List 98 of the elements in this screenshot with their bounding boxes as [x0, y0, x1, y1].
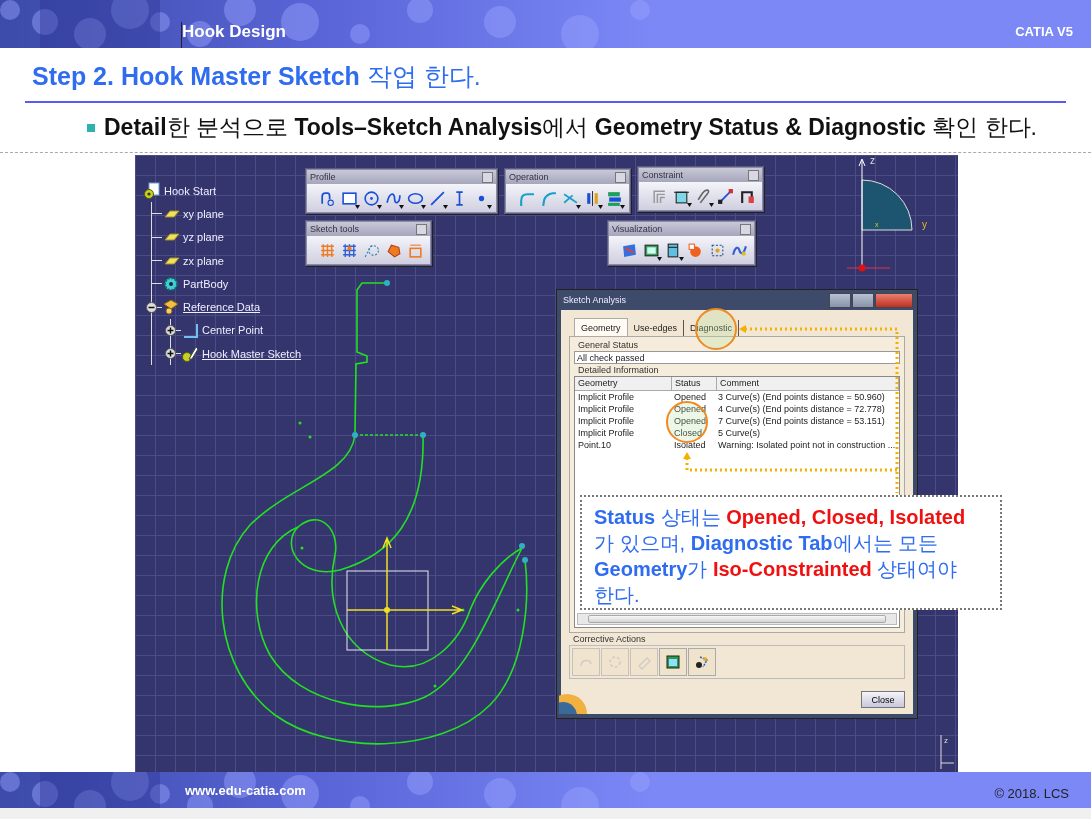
network-icon	[694, 654, 710, 670]
expander-icon[interactable]	[165, 324, 176, 336]
chamfer-icon	[540, 189, 557, 207]
diagonal-icon	[717, 187, 734, 205]
toolbar-title: Visualization	[612, 224, 663, 234]
table-cell-text: Implicit Profile	[577, 404, 635, 416]
tree-item[interactable]: yz plane	[183, 231, 224, 244]
group-label: General Status	[577, 339, 640, 351]
caret-icon	[355, 205, 360, 209]
action-button[interactable]	[659, 648, 687, 676]
caret-icon	[679, 257, 684, 261]
callout-note: Status 상태는 Opened, Closed, Isolated 가 있으며, Diagnostic Tab에서는 모든 Geometry가 Iso-Constrainted 상태여야 한다.	[580, 495, 1002, 610]
bracket-icon	[651, 187, 668, 205]
website-link[interactable]: www.edu-catia.com	[185, 782, 306, 798]
part-icon	[143, 181, 161, 200]
table-cell-text: Point.10	[577, 440, 613, 452]
table-cell-text: Implicit Profile	[577, 416, 635, 428]
caret-icon	[487, 205, 492, 209]
table-cell-text: Opened	[673, 392, 708, 404]
group-label: Corrective Actions	[572, 633, 647, 645]
tree-item[interactable]: zx plane	[183, 254, 224, 267]
caret-icon	[443, 205, 448, 209]
column-header[interactable]: Geometry	[575, 377, 672, 390]
rotate-icon	[607, 654, 623, 670]
rectangle-icon	[341, 189, 358, 207]
caret-icon	[399, 205, 404, 209]
toolbar-title: Profile	[310, 172, 336, 182]
expander-icon[interactable]	[146, 301, 157, 313]
clip-icon	[695, 187, 712, 205]
tab[interactable]: Geometry	[574, 318, 628, 336]
caret-icon	[657, 257, 662, 261]
close-button[interactable]: Close	[861, 691, 905, 708]
dialog-title: Sketch Analysis	[563, 295, 627, 305]
close-icon[interactable]	[416, 223, 427, 235]
close-icon[interactable]	[482, 171, 493, 183]
caret-icon	[620, 205, 625, 209]
close-icon[interactable]	[748, 169, 759, 181]
minimize-button[interactable]	[829, 292, 851, 308]
line-icon	[429, 189, 446, 207]
horizontal-scrollbar[interactable]	[577, 613, 897, 625]
sketch-icon	[181, 344, 199, 363]
sun-icon	[687, 241, 704, 259]
layers-icon	[606, 189, 623, 207]
circle-icon	[363, 189, 380, 207]
cut-plane-icon	[621, 241, 638, 259]
table-cell-text: Closed	[673, 428, 703, 440]
header-title: Hook Design	[181, 22, 286, 48]
table-cell-text: 4 Curve(s) (End points distance = 72.778)	[717, 404, 886, 416]
close-icon[interactable]	[740, 223, 751, 235]
close-button[interactable]	[875, 292, 913, 308]
tree-item[interactable]: Center Point	[202, 324, 264, 337]
tree-item[interactable]: PartBody	[183, 277, 229, 290]
table-cell-text: Warning: Isolated point not in construction ...	[717, 440, 897, 452]
point-icon	[181, 321, 199, 340]
snap-grid-icon	[341, 241, 358, 259]
toolbar-title: Constraint	[642, 170, 684, 180]
expander-icon[interactable]	[165, 348, 176, 360]
table-cell-text: 3 Curve(s) (End points distance = 50.960)	[717, 392, 886, 404]
axis-icon	[938, 733, 956, 769]
table-cell-text: 5 Curve(s)	[717, 428, 761, 440]
tree-item[interactable]: Hook Master Sketch	[202, 347, 302, 360]
caret-icon	[598, 205, 603, 209]
tree-item[interactable]: xy plane	[183, 207, 224, 220]
table-cell-text: Implicit Profile	[577, 392, 635, 404]
slide-heading: Step 2. Hook Master Sketch 작업 한다.	[31, 61, 481, 92]
table-cell-text: 7 Curve(s) (End points distance = 53.151)	[717, 416, 886, 428]
table-cell-text: Implicit Profile	[577, 428, 635, 440]
group-label: Detailed Information	[577, 364, 660, 376]
maximize-button[interactable]	[852, 292, 874, 308]
tree-item[interactable]: Reference Data	[183, 301, 261, 314]
caret-icon	[709, 203, 714, 207]
axis-label: y	[922, 219, 927, 230]
toolbar-title: Operation	[509, 172, 549, 182]
mirror-icon	[584, 189, 601, 207]
caret-icon	[421, 205, 426, 209]
column-header[interactable]: Status	[672, 377, 717, 390]
geometric-set-icon	[162, 298, 180, 317]
gear-icon	[162, 274, 180, 293]
caret-icon	[377, 205, 382, 209]
bullet-icon	[87, 123, 95, 132]
caret-icon	[576, 205, 581, 209]
tree-item[interactable]: Hook Start	[164, 184, 216, 197]
copyright-text: © 2018. LCS	[994, 784, 1069, 801]
axis-label: z	[870, 155, 875, 166]
toolbar-title: Sketch tools	[310, 224, 360, 234]
product-name: CATIA V5	[1015, 24, 1073, 41]
status-field: All check passed	[574, 351, 900, 364]
axis-label: z	[944, 736, 948, 745]
table-icon	[665, 654, 681, 670]
column-header[interactable]: Comment	[717, 377, 899, 390]
close-icon[interactable]	[615, 171, 626, 183]
bullet-text: Detail한 분석으로 Tools–Sketch Analysis에서 Geometry Status & Diagnostic 확인 한다.	[104, 113, 1037, 142]
action-button[interactable]	[688, 648, 716, 676]
caret-icon	[687, 203, 692, 207]
table-cell-text: Isolated	[673, 440, 707, 452]
grid-icon	[319, 241, 336, 259]
polyline-icon	[319, 189, 336, 207]
table-cell-text: Opened	[673, 416, 708, 428]
